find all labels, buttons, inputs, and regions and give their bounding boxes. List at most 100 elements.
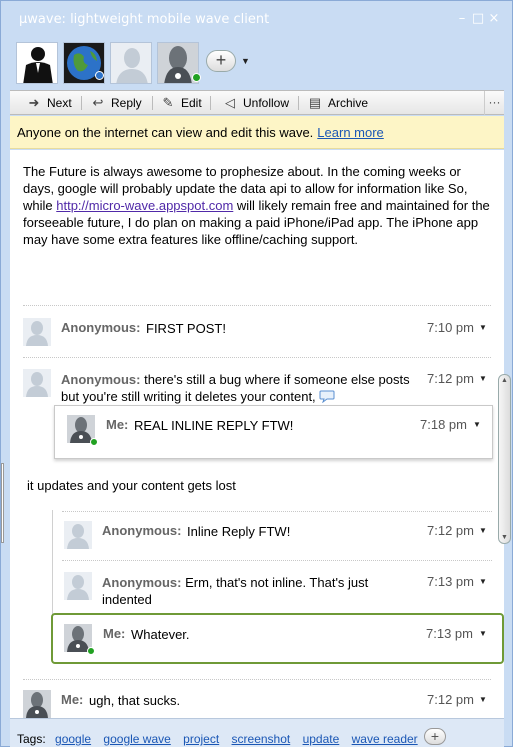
suit-avatar-icon bbox=[17, 43, 57, 83]
blip-time: 7:12 pm bbox=[427, 692, 474, 707]
blip-text: ugh, that sucks. bbox=[89, 693, 181, 708]
more-actions-button[interactable]: ··· bbox=[484, 91, 504, 115]
participant-avatar-anonymous[interactable] bbox=[110, 42, 152, 84]
blip-divider bbox=[62, 511, 492, 512]
chevron-down-icon[interactable]: ▼ bbox=[479, 526, 487, 535]
blip-divider bbox=[23, 679, 491, 680]
wave-toolbar: ➜ Next ↩ Reply ✎ Edit ◁ Unfollow ▤ Archive ··… bbox=[10, 90, 504, 115]
unfollow-button[interactable]: ◁ Unfollow bbox=[222, 91, 289, 115]
reply-icon: ↩ bbox=[92, 95, 104, 110]
blip-text: REAL INLINE REPLY FTW! bbox=[134, 418, 294, 433]
tags-label: Tags: bbox=[17, 732, 46, 746]
blip-author: Anonymous: bbox=[61, 372, 141, 387]
blip[interactable]: Anonymous: there's still a bug where if … bbox=[23, 369, 493, 409]
wave-content[interactable]: The Future is always awesome to prophesi… bbox=[10, 150, 504, 718]
chevron-down-icon[interactable]: ▼ bbox=[479, 695, 487, 704]
add-tag-button[interactable]: + bbox=[424, 728, 446, 745]
blip-author: Anonymous: bbox=[102, 575, 182, 590]
close-button[interactable]: × bbox=[487, 12, 501, 26]
reply-button[interactable]: ↩ Reply bbox=[90, 91, 142, 115]
blip-body: Anonymous: Erm, that's not inline. That'… bbox=[102, 574, 380, 608]
speech-bubble-icon[interactable] bbox=[319, 390, 335, 404]
blip-divider bbox=[23, 305, 491, 306]
maximize-button[interactable]: □ bbox=[471, 12, 485, 26]
blip[interactable]: Me: Whatever. 7:13 pm ▼ bbox=[64, 624, 494, 655]
chevron-down-icon[interactable]: ▼ bbox=[241, 56, 250, 66]
blip-continuation[interactable]: it updates and your content gets lost bbox=[27, 477, 487, 497]
blip[interactable]: Anonymous: FIRST POST! 7:10 pm ▼ bbox=[23, 318, 493, 348]
tag-link[interactable]: google bbox=[55, 732, 91, 746]
blip-divider bbox=[62, 560, 492, 561]
blip-time: 7:13 pm bbox=[426, 626, 473, 641]
tag-link[interactable]: wave reader bbox=[352, 732, 418, 746]
chevron-down-icon[interactable]: ▼ bbox=[479, 629, 487, 638]
blip-author: Anonymous: bbox=[61, 320, 141, 335]
blip-time: 7:13 pm bbox=[427, 574, 474, 589]
pencil-icon: ✎ bbox=[162, 95, 174, 110]
add-participant-button[interactable]: + bbox=[206, 50, 236, 72]
online-status-icon bbox=[87, 647, 95, 655]
left-scroll-edge[interactable] bbox=[1, 463, 4, 543]
speaker-mute-icon: ◁ bbox=[225, 95, 235, 110]
notice-text: Anyone on the internet can view and edit… bbox=[17, 125, 314, 140]
chevron-down-icon[interactable]: ▼ bbox=[479, 374, 487, 383]
online-status-icon bbox=[90, 438, 98, 446]
toolbar-divider bbox=[298, 96, 299, 110]
micro-wave-link[interactable]: http://micro-wave.appspot.com bbox=[56, 198, 233, 213]
avatar bbox=[23, 690, 51, 718]
anonymous-avatar-icon bbox=[111, 43, 151, 83]
tags-bar: Tags: google google wave project screens… bbox=[10, 718, 504, 747]
chevron-down-icon[interactable]: ▼ bbox=[479, 577, 487, 586]
window-title: µwave: lightweight mobile wave client bbox=[19, 12, 270, 27]
blip-time: 7:18 pm bbox=[420, 417, 467, 432]
archive-icon: ▤ bbox=[308, 95, 322, 110]
archive-button[interactable]: ▤ Archive bbox=[307, 91, 368, 115]
tag-link[interactable]: project bbox=[183, 732, 219, 746]
bot-badge-icon bbox=[95, 71, 104, 80]
blip-author: Me: bbox=[103, 626, 126, 641]
tag-link[interactable]: screenshot bbox=[232, 732, 291, 746]
blip-text: FIRST POST! bbox=[146, 321, 226, 336]
blip-body: Anonymous: there's still a bug where if … bbox=[61, 371, 421, 405]
blip-time: 7:12 pm bbox=[427, 523, 474, 538]
participant-avatar-suit[interactable] bbox=[16, 42, 58, 84]
blip-author: Me: bbox=[106, 417, 129, 432]
learn-more-link[interactable]: Learn more bbox=[317, 125, 383, 140]
participants-bar: + ▼ bbox=[14, 39, 504, 87]
blip-text: Inline Reply FTW! bbox=[187, 524, 291, 539]
wave-window: µwave: lightweight mobile wave client – … bbox=[0, 0, 513, 747]
toolbar-divider bbox=[81, 96, 82, 110]
blip[interactable]: Anonymous: Inline Reply FTW! 7:12 pm ▼ bbox=[64, 521, 494, 551]
public-wave-notice: Anyone on the internet can view and edit… bbox=[10, 116, 504, 149]
focused-blip-frame[interactable]: Me: Whatever. 7:13 pm ▼ bbox=[51, 613, 504, 664]
scroll-up-icon[interactable]: ▲ bbox=[501, 377, 508, 384]
blip-author: Me: bbox=[61, 692, 84, 707]
chevron-down-icon[interactable]: ▼ bbox=[473, 420, 481, 429]
avatar bbox=[64, 521, 92, 549]
blip-time: 7:12 pm bbox=[427, 371, 474, 386]
avatar bbox=[23, 318, 51, 346]
inline-reply-thread: Me: REAL INLINE REPLY FTW! 7:18 pm ▼ bbox=[54, 405, 493, 459]
next-button[interactable]: ➜ Next bbox=[26, 91, 72, 115]
scroll-down-icon[interactable]: ▼ bbox=[501, 534, 508, 541]
blip-author: Anonymous: bbox=[102, 523, 182, 538]
blip[interactable]: Me: ugh, that sucks. 7:12 pm ▼ bbox=[23, 690, 493, 718]
blip[interactable]: Anonymous: Erm, that's not inline. That'… bbox=[64, 572, 494, 612]
title-bar: µwave: lightweight mobile wave client – … bbox=[1, 9, 512, 35]
edit-button[interactable]: ✎ Edit bbox=[160, 91, 202, 115]
vertical-scrollbar[interactable]: ▲ ▼ bbox=[498, 374, 511, 544]
tag-link[interactable]: google wave bbox=[103, 732, 170, 746]
minimize-button[interactable]: – bbox=[455, 12, 469, 26]
root-blip-text[interactable]: The Future is always awesome to prophesi… bbox=[23, 163, 493, 248]
chevron-down-icon[interactable]: ▼ bbox=[479, 323, 487, 332]
toolbar-divider bbox=[210, 96, 211, 110]
blip-text: it updates and your content gets lost bbox=[27, 478, 236, 493]
arrow-right-icon: ➜ bbox=[28, 95, 40, 110]
blip[interactable]: Me: REAL INLINE REPLY FTW! 7:18 pm ▼ bbox=[67, 415, 487, 446]
blip-divider bbox=[23, 357, 491, 358]
tag-link[interactable]: update bbox=[303, 732, 340, 746]
toolbar-divider bbox=[152, 96, 153, 110]
avatar bbox=[64, 572, 92, 600]
online-status-icon bbox=[192, 73, 201, 82]
blip-text: Whatever. bbox=[131, 627, 190, 642]
